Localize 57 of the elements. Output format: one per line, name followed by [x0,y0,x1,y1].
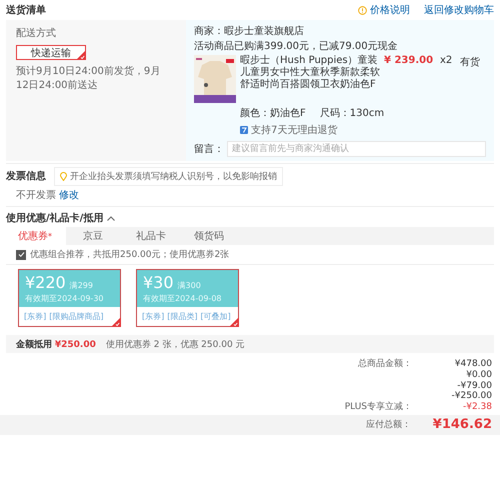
delivery-option[interactable]: 快递运输 [16,45,86,60]
coupon-tag: [东券] [142,311,164,322]
back-to-cart-link[interactable]: 返回修改购物车 [424,3,494,17]
coupon-condition: 满300 [178,280,201,291]
summary-amount: ¥250.00 [54,340,96,350]
product-color: 颜色：奶油色F [240,106,306,120]
recommend-text: 优惠组合推荐，共抵用250.00元；使用优惠券2张 [30,248,230,261]
tab[interactable]: 礼品卡 [122,227,180,245]
return-policy: 支持7天无理由退货 [251,124,338,137]
message-field[interactable]: 建议留言前先与商家沟通确认 [227,141,486,157]
stock-status: 有货 [460,56,480,70]
coupon-amount: ¥220 [25,273,66,292]
promo-text: 活动商品已购满399.00元，已减79.00元现金 [194,40,399,53]
price-note-link[interactable]: 价格说明 [370,3,410,17]
total-value: ¥0.00 [465,370,492,381]
caret-up-icon[interactable] [107,216,116,220]
summary-detail: 使用优惠券 2 张，优惠 250.00 元 [106,338,245,350]
invoice-tip: 开企业抬头发票须填写纳税人识别号，以免影响报销 [54,166,283,186]
invoice-value: 不开发票 [16,189,56,202]
delivery-estimate: 预计9月10日24:00前发货，9月12日24:00前送达 [16,65,162,92]
coupon-tag: [东券] [24,311,46,322]
section-title: 发票信息 [6,170,46,183]
product-price: ¥ 239.00 [384,55,434,68]
coupon-tag: [可叠加] [200,311,231,322]
field-label: 留言： [194,142,224,156]
product-quantity: x2 [440,55,454,68]
edit-link[interactable]: 修改 [59,188,79,202]
total-value: ¥478.00 [454,359,492,370]
total-value: -¥2.38 [462,402,492,413]
coupon-validity: 有效期至2024-09-08 [143,293,222,304]
field-label: 配送方式 [16,26,57,40]
total-value: -¥79.00 [456,380,492,391]
coupon-validity: 有效期至2024-09-30 [25,293,104,304]
tab[interactable]: 领货码 [180,227,238,245]
product-size: 尺码：130cm [320,107,384,120]
return-badge-icon [240,126,248,134]
tab[interactable]: 京豆 [64,227,122,245]
total-label: 总商品金额： [357,359,412,370]
check-corner-icon [111,317,121,327]
section-title: 使用优惠/礼品卡/抵用 [6,212,104,225]
payable-label: 应付总额： [366,418,411,432]
coupon-condition: 满299 [70,280,93,291]
location-pin-icon [60,172,67,180]
total-value: -¥250.00 [450,391,492,402]
coupon-tag: [限品类] [167,311,198,322]
payable-amount: ¥146.62 [432,417,492,432]
check-corner-icon [229,317,239,327]
check-corner-icon [76,50,86,60]
coupon-amount: ¥30 [143,273,174,292]
seller-name: 商家：暇步士童装旗舰店 [194,24,305,38]
section-title: 送货清单 [6,4,46,17]
coupon-tag: [限购品牌商品] [49,311,104,322]
product-name[interactable]: 暇步士（Hush Puppies）童装儿童男女中性大童秋季新款柔软舒适时尚百搭圆领卫衣奶油色F [240,55,380,103]
summary-label: 金额抵用 [16,340,52,350]
total-label: PLUS专享立减： [344,402,412,413]
info-icon [358,6,367,14]
checkbox[interactable] [16,250,26,260]
